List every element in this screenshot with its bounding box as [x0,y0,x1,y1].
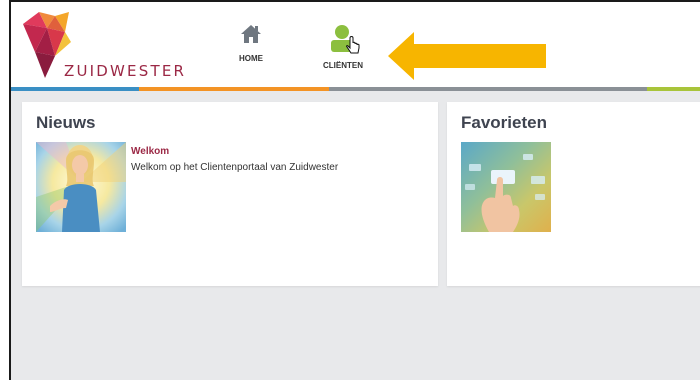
nav-home[interactable]: HOME [216,24,286,63]
news-woman-image [36,142,126,232]
nav-home-label: HOME [239,54,263,63]
client-person-icon [331,25,360,54]
news-card: Nieuws Welkom Welkom op het Clientenport… [22,102,438,286]
browser-frame: ZUIDWESTER HOME CLIËNTEN Nieuws Welkom W… [9,0,700,380]
home-icon [241,25,261,43]
site-header: ZUIDWESTER HOME CLIËNTEN [11,2,700,88]
favorites-thumbnail[interactable] [461,142,551,232]
favorites-card: Favorieten [447,102,700,286]
nav-clienten[interactable]: CLIËNTEN [308,24,378,70]
favorites-hand-like-image [461,142,551,232]
brand-name: ZUIDWESTER [64,62,187,80]
nav-clienten-label: CLIËNTEN [323,61,363,70]
news-title: Nieuws [36,113,96,132]
news-item-heading[interactable]: Welkom [131,146,169,157]
zuidwester-logo[interactable]: ZUIDWESTER [21,10,191,84]
news-item-text: Welkom op het Clientenportaal van Zuidwe… [131,162,339,173]
news-thumbnail[interactable] [36,142,126,232]
favorites-title: Favorieten [461,113,547,132]
yellow-arrow-icon [388,32,546,80]
main-content: Nieuws Welkom Welkom op het Clientenport… [11,91,700,380]
